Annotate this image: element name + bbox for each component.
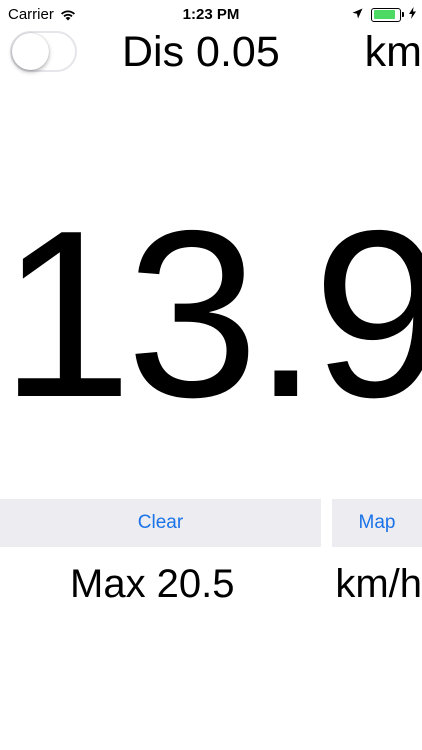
battery-cap	[402, 11, 404, 17]
battery-icon	[371, 7, 404, 22]
speed-unit: km/h	[335, 562, 422, 606]
toggle-knob[interactable]	[12, 33, 49, 70]
battery-level-fill	[373, 10, 395, 19]
speedometer-screen: Carrier 1:23 PM Dis 0.05 km 13.9 Clear M…	[0, 0, 422, 750]
charging-bolt-icon	[409, 6, 416, 23]
status-right	[352, 6, 416, 23]
map-button[interactable]: Map	[332, 499, 422, 547]
location-arrow-icon	[352, 6, 363, 23]
tracking-toggle[interactable]	[10, 31, 77, 72]
current-speed: 13.9	[0, 182, 422, 447]
distance-readout: Dis 0.05	[122, 28, 280, 76]
status-bar: Carrier 1:23 PM	[0, 0, 422, 30]
max-speed-readout: Max 20.5	[70, 562, 235, 606]
clear-button[interactable]: Clear	[0, 499, 321, 547]
distance-unit: km	[364, 28, 422, 76]
